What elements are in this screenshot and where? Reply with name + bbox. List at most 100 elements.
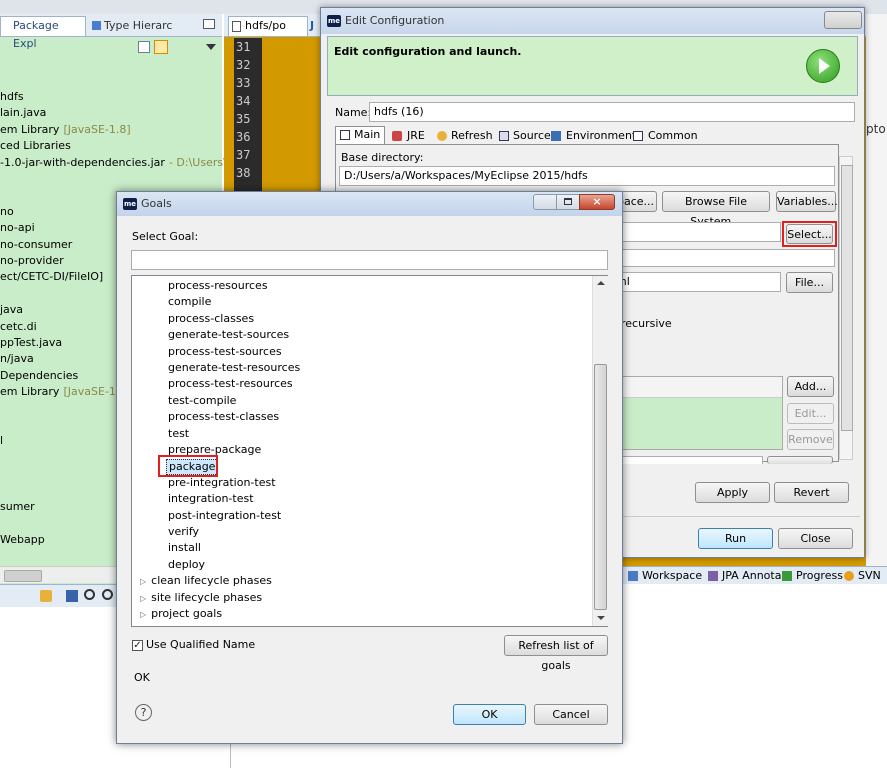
- help-icon[interactable]: ?: [135, 704, 152, 721]
- explorer-tree-item[interactable]: no-consumer: [0, 238, 72, 251]
- user-settings-input[interactable]: ml: [611, 272, 781, 292]
- edit-config-close-button[interactable]: [824, 11, 862, 29]
- expand-arrow-icon[interactable]: ▷: [140, 594, 146, 603]
- goal-item[interactable]: deploy: [168, 558, 205, 572]
- explorer-tree-item[interactable]: no-provider: [0, 254, 64, 267]
- goal-item[interactable]: verify: [168, 525, 199, 539]
- goal-item[interactable]: process-classes: [168, 312, 254, 326]
- goal-item[interactable]: generate-test-resources: [168, 361, 300, 375]
- goal-item[interactable]: post-integration-test: [168, 509, 281, 523]
- explorer-tree-item[interactable]: l: [0, 434, 3, 447]
- extra-row-field[interactable]: [611, 456, 763, 464]
- config-tab-refresh[interactable]: Refresh: [435, 128, 497, 144]
- goal-filter-input[interactable]: [131, 250, 608, 270]
- explorer-tree-item[interactable]: hdfs: [0, 90, 24, 103]
- hscroll-thumb[interactable]: [4, 570, 42, 582]
- refresh-goals-button[interactable]: Refresh list of goals: [504, 635, 608, 672]
- tab-package-explorer[interactable]: Package Expl: [0, 16, 86, 50]
- config-tab-source[interactable]: Source: [497, 128, 557, 144]
- ok-button[interactable]: OK: [453, 704, 526, 725]
- explorer-item-label: no-consumer: [0, 238, 73, 251]
- link-editor-icon[interactable]: [154, 40, 168, 54]
- explorer-tree-item[interactable]: ect/CETC-DI/FileIO]: [0, 270, 103, 283]
- tab-jpa-annotations[interactable]: JPA Annota: [708, 568, 781, 584]
- zoom-out-icon[interactable]: [84, 589, 95, 600]
- explorer-tree-item[interactable]: Dependencies: [0, 369, 78, 382]
- vscroll-thumb[interactable]: [841, 165, 853, 431]
- tab-progress[interactable]: Progress: [782, 568, 843, 584]
- explorer-tree-item[interactable]: java: [0, 303, 23, 316]
- tab-workspace[interactable]: Workspace: [628, 568, 702, 584]
- remove-param-button[interactable]: Remove: [787, 429, 834, 450]
- explorer-tree-item[interactable]: Webapp: [0, 533, 45, 546]
- apply-button[interactable]: Apply: [695, 482, 770, 503]
- goals-tree[interactable]: process-resources compile process-classes g…: [131, 275, 608, 627]
- scroll-up-icon[interactable]: [597, 281, 605, 285]
- goal-item[interactable]: integration-test: [168, 492, 254, 506]
- explorer-tree-item[interactable]: sumer: [0, 500, 35, 513]
- collapse-all-icon[interactable]: [138, 41, 150, 53]
- tab-svn[interactable]: SVN: [844, 568, 881, 584]
- explorer-tree-item[interactable]: em Library [JavaSE-1.8]: [0, 385, 131, 398]
- config-tab-main[interactable]: Main: [335, 126, 385, 144]
- goal-item[interactable]: pre-integration-test: [168, 476, 276, 490]
- cancel-button[interactable]: Cancel: [534, 704, 608, 725]
- config-vscrollbar[interactable]: [839, 156, 853, 460]
- explorer-tree-item[interactable]: no-api: [0, 221, 35, 234]
- edit-param-button[interactable]: Edit...: [787, 403, 834, 424]
- goal-item[interactable]: compile: [168, 295, 211, 309]
- expand-arrow-icon[interactable]: ▷: [140, 610, 146, 619]
- editor-tab-hdfs-pom[interactable]: hdfs/po: [228, 16, 308, 36]
- explorer-tree-item[interactable]: no: [0, 205, 14, 218]
- minimize-icon[interactable]: [203, 19, 215, 29]
- goals-minimize-button[interactable]: [533, 194, 557, 210]
- explorer-tree-item[interactable]: n/java: [0, 352, 34, 365]
- goal-item[interactable]: process-resources: [168, 279, 268, 293]
- explorer-tree-item[interactable]: -1.0-jar-with-dependencies.jar - D:\Users…: [0, 156, 248, 169]
- tab-type-hierarchy[interactable]: Type Hierarc: [90, 18, 200, 36]
- close-button[interactable]: Close: [778, 528, 853, 549]
- goals-close-button[interactable]: ×: [579, 194, 615, 210]
- config-tab-jre[interactable]: JRE: [389, 128, 433, 144]
- extra-row-button[interactable]: [767, 456, 833, 464]
- expand-arrow-icon[interactable]: ▷: [140, 577, 146, 586]
- view-menu-icon[interactable]: [206, 44, 216, 50]
- goals-input[interactable]: [611, 222, 781, 242]
- revert-button[interactable]: Revert: [774, 482, 849, 503]
- add-param-button[interactable]: Add...: [787, 376, 834, 397]
- goal-group[interactable]: ▷ site lifecycle phases: [140, 591, 262, 606]
- refresh-small-icon[interactable]: [40, 590, 52, 602]
- explorer-tree-item[interactable]: lain.java: [0, 106, 46, 119]
- use-qualified-checkbox[interactable]: ✓: [132, 640, 143, 651]
- name-input[interactable]: hdfs (16): [369, 102, 855, 122]
- goal-item[interactable]: generate-test-sources: [168, 328, 289, 342]
- run-button[interactable]: Run: [698, 528, 773, 549]
- config-tab-environment[interactable]: Environment: [549, 128, 636, 144]
- zoom-in-icon[interactable]: [102, 589, 113, 600]
- explorer-tree-item[interactable]: ced Libraries: [0, 139, 71, 152]
- explorer-tree-item[interactable]: cetc.di: [0, 320, 37, 333]
- parameters-table[interactable]: [611, 376, 783, 450]
- goal-group[interactable]: ▷ project goals: [140, 607, 222, 622]
- select-goals-button[interactable]: Select...: [786, 224, 833, 244]
- goals-maximize-button[interactable]: [556, 194, 580, 210]
- goal-item[interactable]: install: [168, 541, 201, 555]
- file-button[interactable]: File...: [786, 272, 833, 293]
- goals-vscroll-thumb[interactable]: [594, 364, 607, 610]
- goal-item[interactable]: test: [168, 427, 189, 441]
- hierarchy-icon[interactable]: [66, 590, 78, 602]
- explorer-tree-item[interactable]: ppTest.java: [0, 336, 62, 349]
- goal-item[interactable]: test-compile: [168, 394, 236, 408]
- config-tab-common[interactable]: Common: [631, 128, 698, 144]
- goal-item[interactable]: process-test-resources: [168, 377, 293, 391]
- goals-vscrollbar[interactable]: [592, 276, 608, 626]
- goal-item[interactable]: process-test-classes: [168, 410, 279, 424]
- goal-item[interactable]: process-test-sources: [168, 345, 282, 359]
- variables-button[interactable]: Variables...: [776, 191, 838, 212]
- scroll-down-icon[interactable]: [597, 616, 605, 620]
- profiles-input[interactable]: [611, 249, 835, 267]
- base-dir-input[interactable]: D:/Users/a/Workspaces/MyEclipse 2015/hdf…: [339, 166, 835, 186]
- goal-group[interactable]: ▷ clean lifecycle phases: [140, 574, 272, 589]
- browse-file-system-button[interactable]: Browse File System...: [662, 191, 770, 228]
- explorer-tree-item[interactable]: em Library [JavaSE-1.8]: [0, 123, 131, 136]
